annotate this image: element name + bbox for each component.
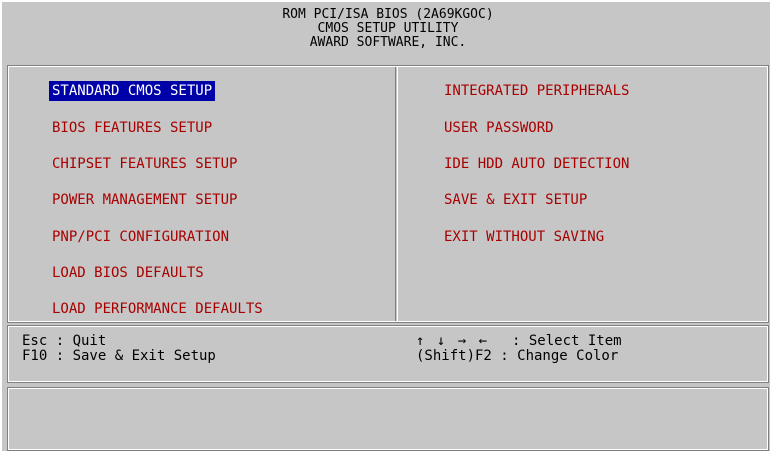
- menu-item-user-password[interactable]: USER PASSWORD: [441, 118, 557, 138]
- help-change-color: (Shift)F2 : Change Color: [416, 348, 619, 364]
- status-message-frame: [7, 387, 769, 451]
- menu-item-power-management-setup[interactable]: POWER MANAGEMENT SETUP: [49, 190, 240, 210]
- menu-item-standard-cmos-setup[interactable]: STANDARD CMOS SETUP: [49, 81, 216, 101]
- utility-title: CMOS SETUP UTILITY: [317, 21, 459, 36]
- help-quit: Esc : Quit: [22, 333, 107, 349]
- bios-version: ROM PCI/ISA BIOS (2A69KGOC): [282, 7, 494, 22]
- menu-item-save-exit-setup[interactable]: SAVE & EXIT SETUP: [441, 190, 590, 210]
- menu-item-exit-without-saving[interactable]: EXIT WITHOUT SAVING: [441, 227, 607, 247]
- menu-item-integrated-peripherals[interactable]: INTEGRATED PERIPHERALS: [441, 81, 632, 101]
- bios-screen: ROM PCI/ISA BIOS (2A69KGOC) CMOS SETUP U…: [0, 0, 772, 453]
- bios-header: ROM PCI/ISA BIOS (2A69KGOC) CMOS SETUP U…: [10, 8, 766, 62]
- menu-column-divider: [395, 67, 398, 321]
- menu-item-bios-features-setup[interactable]: BIOS FEATURES SETUP: [49, 118, 215, 138]
- help-save-exit: F10 : Save & Exit Setup: [22, 348, 216, 364]
- menu-item-ide-hdd-auto-detection[interactable]: IDE HDD AUTO DETECTION: [441, 154, 632, 174]
- menu-item-chipset-features-setup[interactable]: CHIPSET FEATURES SETUP: [49, 154, 240, 174]
- menu-item-load-performance-defaults[interactable]: LOAD PERFORMANCE DEFAULTS: [49, 299, 266, 319]
- menu-item-load-bios-defaults[interactable]: LOAD BIOS DEFAULTS: [49, 263, 207, 283]
- help-select-item: : Select Item: [512, 333, 622, 349]
- arrow-keys-icon: ↑ ↓ → ←: [416, 333, 490, 349]
- vendor-name: AWARD SOFTWARE, INC.: [309, 35, 467, 50]
- menu-item-pnp-pci-configuration[interactable]: PNP/PCI CONFIGURATION: [49, 227, 232, 247]
